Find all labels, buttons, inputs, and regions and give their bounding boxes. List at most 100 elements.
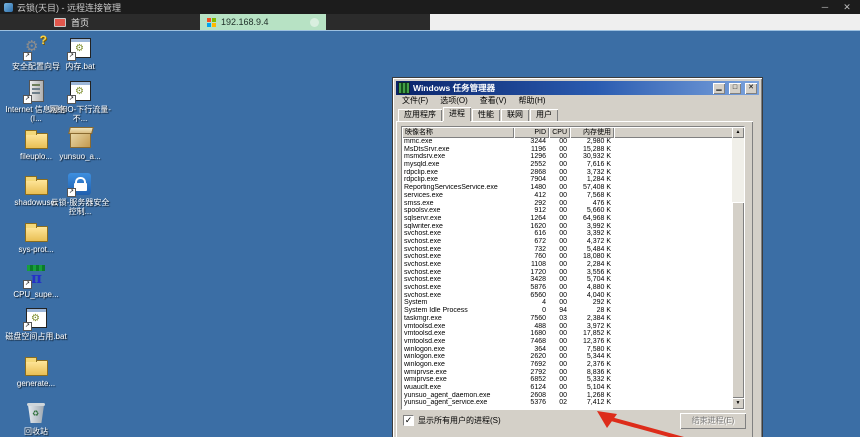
cell-mem: 12,376 K — [582, 337, 611, 345]
column-header-pid[interactable]: PID — [514, 127, 549, 138]
table-row[interactable]: mmc.exe 3244 00 2,980 K — [402, 138, 732, 146]
table-row[interactable]: svchost.exe 5876 00 4,880 K — [402, 284, 732, 292]
table-row[interactable]: ReportingServicesService.exe 1480 00 57,408… — [402, 184, 732, 192]
tab-session[interactable]: 192.168.9.4 — [200, 14, 326, 30]
shortcut-arrow-icon: ↗ — [67, 188, 76, 197]
desktop-icon-9[interactable]: ↗CPU_supe... — [4, 264, 68, 299]
show-all-users-label: 显示所有用户的进程(S) — [418, 416, 501, 425]
app-minimize-button[interactable]: ─ — [816, 0, 834, 14]
table-row[interactable]: System 4 00 292 K — [402, 299, 732, 307]
taskmgr-close-button[interactable]: ✕ — [745, 82, 757, 94]
show-all-users-row: ✓ 显示所有用户的进程(S) — [403, 415, 501, 426]
taskmgr-tab-processes[interactable]: 进程 — [443, 107, 471, 121]
cell-cpu: 00 — [559, 276, 567, 284]
menu-item-options[interactable]: 选项(O) — [434, 95, 474, 106]
table-row[interactable]: svchost.exe 732 00 5,484 K — [402, 246, 732, 254]
table-row[interactable]: rdpclip.exe 2868 00 3,732 K — [402, 169, 732, 177]
cell-name: svchost.exe — [404, 291, 441, 299]
app-title: 云锁(天目) - 远程连接管理 — [17, 2, 121, 13]
desktop-icon-5[interactable]: yunsuo_a... — [48, 126, 112, 161]
menu-item-view[interactable]: 查看(V) — [474, 95, 513, 106]
cell-cpu: 00 — [559, 176, 567, 184]
table-row[interactable]: yunsuo_agent_service.exe 5376 02 7,412 K — [402, 399, 732, 407]
scroll-down-icon[interactable]: ▼ — [732, 398, 744, 409]
table-row[interactable]: mysqld.exe 2552 00 7,616 K — [402, 161, 732, 169]
table-row[interactable]: svchost.exe 6560 00 4,040 K — [402, 292, 732, 300]
cell-pid: 1108 — [530, 261, 546, 268]
table-row[interactable]: vmtoolsd.exe 488 00 3,972 K — [402, 323, 732, 331]
desktop-icon-10[interactable]: ↗磁盘空间占用.bat — [4, 306, 68, 341]
table-row[interactable]: winlogon.exe 7692 00 2,376 K — [402, 361, 732, 369]
table-row[interactable]: rdpclip.exe 7904 00 1,284 K — [402, 176, 732, 184]
cell-pid: 2620 — [530, 353, 546, 361]
tab-home[interactable]: 首页 — [40, 14, 103, 30]
shortcut-arrow-icon: ↗ — [23, 280, 32, 289]
table-row[interactable]: taskmgr.exe 7560 03 2,384 K — [402, 315, 732, 323]
cell-mem: 5,704 K — [586, 276, 611, 284]
table-row[interactable]: spoolsv.exe 912 00 5,660 K — [402, 207, 732, 215]
cell-cpu: 02 — [559, 399, 567, 407]
desktop-icon-1[interactable]: ↗内存.bat — [48, 36, 112, 71]
table-row[interactable]: sqlwriter.exe 1620 00 3,992 K — [402, 223, 732, 231]
cell-pid: 2552 — [530, 161, 546, 169]
table-row[interactable]: services.exe 412 00 7,568 K — [402, 192, 732, 200]
table-row[interactable]: svchost.exe 616 00 3,392 K — [402, 230, 732, 238]
table-row[interactable]: System Idle Process 0 94 28 K — [402, 307, 732, 315]
table-row[interactable]: svchost.exe 3428 00 5,704 K — [402, 276, 732, 284]
column-header-image-name[interactable]: 映像名称 — [402, 127, 514, 138]
taskmgr-menubar: 文件(F) 选项(O) 查看(V) 帮助(H) — [396, 95, 759, 106]
folder-icon — [23, 353, 49, 377]
taskmgr-minimize-button[interactable]: ▁ — [713, 82, 725, 94]
table-row[interactable]: winlogon.exe 364 00 7,580 K — [402, 346, 732, 354]
tab-close-icon[interactable] — [310, 17, 319, 27]
cell-mem: 4,372 K — [586, 237, 611, 245]
scrollbar-thumb[interactable] — [732, 202, 744, 398]
cell-name: vmtoolsd.exe — [404, 337, 446, 345]
app-close-button[interactable]: ✕ — [838, 0, 856, 14]
scroll-up-icon[interactable]: ▲ — [732, 127, 744, 138]
cell-pid: 672 — [534, 237, 546, 245]
end-process-button[interactable]: 结束进程(E) — [680, 413, 746, 429]
table-row[interactable]: vmtoolsd.exe 1680 00 17,852 K — [402, 330, 732, 338]
desktop-icon-7[interactable]: ↗ 云锁-服务器安全控制... — [48, 172, 112, 216]
desktop-icon-8[interactable]: sys-prot... — [4, 219, 68, 254]
table-row[interactable]: winlogon.exe 2620 00 5,344 K — [402, 353, 732, 361]
column-header-cpu[interactable]: CPU — [549, 127, 570, 138]
vertical-scrollbar[interactable]: ▲ ▼ — [732, 127, 744, 409]
table-row[interactable]: MsDtsSrvr.exe 1196 00 15,288 K — [402, 146, 732, 154]
table-row[interactable]: svchost.exe 672 00 4,372 K — [402, 238, 732, 246]
table-row[interactable]: svchost.exe 1108 00 2,284 K — [402, 261, 732, 269]
taskmgr-tab-networking[interactable]: 联网 — [501, 109, 529, 121]
task-manager-window: Windows 任务管理器 ▁ □ ✕ 文件(F) 选项(O) 查看(V) 帮助(H)… — [392, 77, 763, 437]
table-row[interactable]: sqlservr.exe 1264 00 64,968 K — [402, 215, 732, 223]
menu-item-help[interactable]: 帮助(H) — [512, 95, 551, 106]
table-row[interactable]: msmdsrv.exe 1296 00 30,932 K — [402, 153, 732, 161]
table-row[interactable]: wmiprvse.exe 2792 00 8,836 K — [402, 369, 732, 377]
show-all-users-checkbox[interactable]: ✓ — [403, 415, 414, 426]
shortcut-arrow-icon: ↗ — [23, 95, 32, 104]
cell-mem: 476 K — [592, 199, 611, 207]
table-row[interactable]: yunsuo_agent_daemon.exe 2608 00 1,268 K — [402, 392, 732, 400]
shortcut-arrow-icon: ↗ — [23, 52, 32, 61]
column-header-memory[interactable]: 内存使用 — [570, 127, 614, 138]
table-row[interactable]: svchost.exe 760 00 18,080 K — [402, 253, 732, 261]
table-row[interactable]: wmiprvse.exe 6852 00 5,332 K — [402, 376, 732, 384]
taskmgr-tab-applications[interactable]: 应用程序 — [398, 109, 442, 121]
table-row[interactable]: svchost.exe 1720 00 3,556 K — [402, 269, 732, 277]
desktop-icon-3[interactable]: ↗网络IO-下行流量-不... — [48, 79, 112, 123]
menu-item-file[interactable]: 文件(F) — [396, 95, 434, 106]
taskmgr-maximize-button[interactable]: □ — [729, 82, 741, 94]
taskmgr-tab-performance[interactable]: 性能 — [472, 109, 500, 121]
desktop-icon-11[interactable]: generate... — [4, 353, 68, 388]
table-row[interactable]: smss.exe 292 00 476 K — [402, 200, 732, 208]
taskmgr-titlebar[interactable]: Windows 任务管理器 ▁ □ ✕ — [396, 81, 759, 95]
taskmgr-app-icon — [398, 82, 410, 94]
cell-name: wmiprvse.exe — [404, 376, 447, 384]
taskmgr-tab-users[interactable]: 用户 — [530, 109, 558, 121]
app-tabbar: 首页 192.168.9.4 — [0, 14, 860, 30]
cell-mem: 5,484 K — [586, 245, 611, 253]
cell-name: svchost.exe — [404, 284, 441, 292]
table-row[interactable]: vmtoolsd.exe 7468 00 12,376 K — [402, 338, 732, 346]
table-row[interactable]: wuauclt.exe 6124 00 5,104 K — [402, 384, 732, 392]
desktop-icon-12[interactable]: 回收站 — [4, 401, 68, 436]
